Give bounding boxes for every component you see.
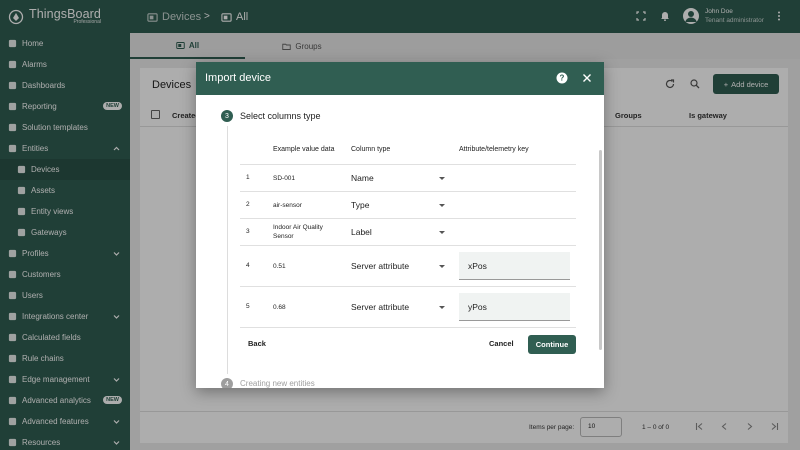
- row-divider: [240, 164, 576, 165]
- row-divider: [240, 191, 576, 192]
- dropdown-arrow-icon[interactable]: [439, 264, 445, 268]
- row-number: 5: [246, 302, 250, 310]
- dropdown-arrow-icon[interactable]: [439, 305, 445, 309]
- help-icon[interactable]: ?: [556, 72, 568, 84]
- example-value: 0.51: [273, 262, 286, 270]
- dialog-title: Import device: [205, 72, 272, 84]
- column-type-select[interactable]: Type: [351, 200, 369, 210]
- step-3-indicator: 3: [221, 110, 233, 122]
- continue-label: Continue: [535, 340, 569, 349]
- header-column-type: Column type: [351, 146, 391, 153]
- example-value: air-sensor: [273, 201, 302, 209]
- step-4-label: Creating new entities: [240, 379, 315, 388]
- dropdown-arrow-icon[interactable]: [439, 230, 445, 234]
- example-value: Indoor Air Quality Sensor: [273, 223, 323, 240]
- column-type-select[interactable]: Name: [351, 173, 374, 183]
- dialog-header: Import device ?: [196, 62, 604, 95]
- column-type-select[interactable]: Server attribute: [351, 302, 409, 312]
- row-number: 1: [246, 173, 250, 181]
- cancel-button[interactable]: Cancel: [489, 339, 514, 348]
- step-3-label: Select columns type: [240, 111, 321, 121]
- back-button[interactable]: Back: [248, 339, 266, 348]
- row-divider: [240, 218, 576, 219]
- scrollbar[interactable]: [599, 150, 602, 350]
- header-attribute-key: Attribute/telemetry key: [459, 146, 529, 153]
- step-4-indicator: 4: [221, 378, 233, 388]
- row-number: 3: [246, 227, 250, 235]
- import-device-dialog: Import device ? 3 Select columns type Ex…: [196, 62, 604, 388]
- column-type-select[interactable]: Server attribute: [351, 261, 409, 271]
- row-divider: [240, 245, 576, 246]
- attribute-key-input[interactable]: yPos: [459, 292, 570, 321]
- row-divider: [240, 327, 576, 328]
- svg-text:?: ?: [560, 74, 565, 83]
- dropdown-arrow-icon[interactable]: [439, 176, 445, 180]
- dropdown-arrow-icon[interactable]: [439, 203, 445, 207]
- example-value: SD-001: [273, 174, 296, 182]
- row-number: 4: [246, 261, 250, 269]
- row-number: 2: [246, 200, 250, 208]
- example-value: 0.68: [273, 303, 286, 311]
- header-example-value: Example value data: [273, 146, 335, 153]
- attribute-key-input[interactable]: xPos: [459, 251, 570, 280]
- continue-button[interactable]: Continue: [528, 335, 576, 354]
- column-type-select[interactable]: Label: [351, 227, 372, 237]
- stepper-line: [227, 126, 228, 374]
- close-icon[interactable]: [582, 73, 592, 83]
- row-divider: [240, 286, 576, 287]
